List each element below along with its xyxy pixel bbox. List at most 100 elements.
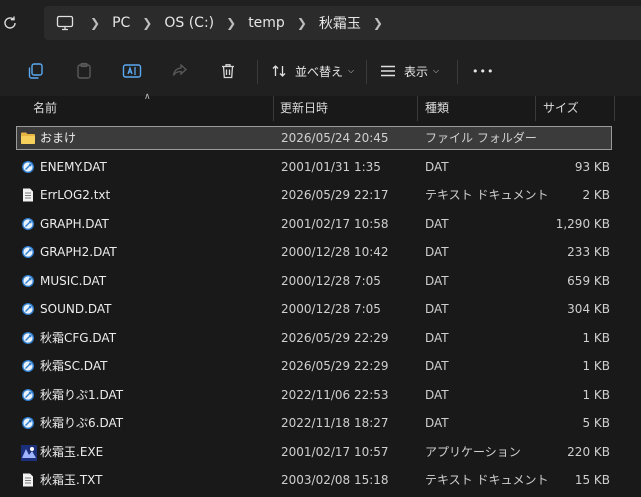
chevron-down-icon: ⌵ bbox=[433, 66, 440, 75]
chevron-right-icon[interactable]: ❯ bbox=[226, 16, 236, 30]
toolbar-divider bbox=[457, 60, 458, 84]
file-name[interactable]: SOUND.DAT bbox=[40, 295, 112, 323]
file-row[interactable]: ENEMY.DAT 2001/01/31 1:35 DAT 93 KB bbox=[0, 153, 641, 182]
file-size: 2 KB bbox=[582, 188, 610, 202]
file-date: 2001/02/17 10:57 bbox=[281, 444, 389, 459]
refresh-icon[interactable] bbox=[2, 15, 20, 33]
sort-icon bbox=[271, 63, 287, 79]
file-name[interactable]: 秋霜りぷ6.DAT bbox=[40, 409, 123, 437]
chevron-right-icon[interactable]: ❯ bbox=[297, 16, 307, 30]
file-type: DAT bbox=[425, 387, 449, 402]
dat-file-icon bbox=[20, 159, 36, 175]
file-size: 93 KB bbox=[574, 159, 610, 174]
file-name[interactable]: おまけ bbox=[40, 124, 76, 152]
file-date: 2022/11/18 18:27 bbox=[281, 416, 389, 430]
file-type: DAT bbox=[425, 159, 449, 174]
file-type: ファイル フォルダー bbox=[425, 131, 537, 145]
column-header-date[interactable]: 更新日時 bbox=[280, 96, 328, 122]
file-date: 2000/12/28 7:05 bbox=[281, 273, 381, 288]
chevron-right-icon[interactable]: ❯ bbox=[142, 16, 152, 30]
sort-button[interactable]: 並べ替え ⌵ bbox=[271, 62, 354, 80]
file-type: DAT bbox=[425, 273, 449, 288]
file-type: DAT bbox=[425, 416, 449, 430]
column-header-size[interactable]: サイズ bbox=[543, 96, 579, 122]
column-header-type[interactable]: 種類 bbox=[425, 96, 449, 122]
share-icon[interactable] bbox=[171, 62, 191, 80]
file-size: 5 KB bbox=[582, 416, 610, 430]
file-date: 2001/01/31 1:35 bbox=[281, 159, 381, 174]
sort-label: 並べ替え bbox=[295, 64, 344, 79]
chevron-right-icon[interactable]: ❯ bbox=[90, 16, 100, 30]
exe-file-icon bbox=[20, 444, 37, 461]
file-name[interactable]: GRAPH.DAT bbox=[40, 210, 109, 238]
file-row[interactable]: ErrLOG2.txt 2026/05/29 22:17 テキスト ドキュメント 2 … bbox=[0, 181, 641, 210]
text-file-icon bbox=[20, 472, 36, 488]
file-name[interactable]: ErrLOG2.txt bbox=[40, 181, 110, 209]
file-size: 1,290 KB bbox=[555, 216, 610, 231]
file-type: アプリケーション bbox=[425, 444, 521, 459]
file-date: 2026/05/29 22:17 bbox=[281, 188, 389, 202]
column-header-name[interactable]: 名前 bbox=[33, 96, 57, 122]
file-row[interactable]: おまけ 2026/05/24 20:45 ファイル フォルダー bbox=[0, 124, 641, 153]
dat-file-icon bbox=[20, 358, 36, 374]
file-size: 304 KB bbox=[567, 302, 610, 316]
file-name[interactable]: 秋霜玉.TXT bbox=[40, 466, 103, 494]
column-resize-handle[interactable] bbox=[614, 96, 615, 121]
file-type: DAT bbox=[425, 302, 449, 316]
monitor-icon[interactable] bbox=[56, 15, 74, 31]
file-list: おまけ 2026/05/24 20:45 ファイル フォルダー ENEMY.DAT 20… bbox=[0, 124, 641, 495]
dat-file-icon bbox=[20, 301, 36, 317]
file-row[interactable]: 秋霜玉.TXT 2003/02/08 15:18 テキスト ドキュメント 15 KB bbox=[0, 466, 641, 495]
file-date: 2026/05/29 22:29 bbox=[281, 359, 389, 373]
more-options-button[interactable]: ••• bbox=[472, 62, 494, 80]
file-row[interactable]: 秋霜CFG.DAT 2026/05/29 22:29 DAT 1 KB bbox=[0, 324, 641, 353]
chevron-right-icon[interactable]: ❯ bbox=[373, 16, 383, 30]
file-row[interactable]: 秋霜りぷ6.DAT 2022/11/18 18:27 DAT 5 KB bbox=[0, 409, 641, 438]
text-file-icon bbox=[20, 187, 36, 203]
file-name[interactable]: 秋霜CFG.DAT bbox=[40, 324, 116, 352]
file-row[interactable]: 秋霜SC.DAT 2026/05/29 22:29 DAT 1 KB bbox=[0, 352, 641, 381]
file-row[interactable]: MUSIC.DAT 2000/12/28 7:05 DAT 659 KB bbox=[0, 267, 641, 296]
breadcrumb-current-folder[interactable]: 秋霜玉 bbox=[319, 13, 361, 33]
view-list-icon bbox=[380, 64, 396, 78]
dat-file-icon bbox=[20, 330, 36, 346]
copy-icon[interactable] bbox=[26, 62, 46, 80]
file-size: 1 KB bbox=[582, 359, 610, 373]
file-name[interactable]: 秋霜SC.DAT bbox=[40, 352, 107, 380]
file-size: 15 KB bbox=[574, 473, 610, 487]
address-bar[interactable]: ❯ PC ❯ OS (C:) ❯ temp ❯ 秋霜玉 ❯ bbox=[44, 6, 641, 40]
toolbar-divider bbox=[366, 60, 367, 84]
address-bar-area: ❯ PC ❯ OS (C:) ❯ temp ❯ 秋霜玉 ❯ bbox=[0, 0, 641, 46]
file-name[interactable]: 秋霜玉.EXE bbox=[40, 438, 103, 466]
command-bar: 並べ替え ⌵ 表示 ⌵ ••• bbox=[0, 46, 641, 97]
column-resize-handle[interactable] bbox=[535, 96, 536, 121]
file-name[interactable]: MUSIC.DAT bbox=[40, 267, 106, 295]
file-name[interactable]: GRAPH2.DAT bbox=[40, 238, 117, 266]
column-header-row: ∧ 名前 更新日時 種類 サイズ bbox=[0, 92, 641, 122]
dat-file-icon bbox=[20, 216, 36, 232]
breadcrumb-os-c[interactable]: OS (C:) bbox=[164, 15, 214, 31]
file-size: 659 KB bbox=[567, 273, 610, 288]
dat-file-icon bbox=[20, 387, 36, 403]
breadcrumb-temp[interactable]: temp bbox=[248, 15, 285, 31]
file-row[interactable]: GRAPH2.DAT 2000/12/28 10:42 DAT 233 KB bbox=[0, 238, 641, 267]
file-size: 233 KB bbox=[567, 245, 610, 259]
file-date: 2000/12/28 10:42 bbox=[281, 245, 389, 259]
rename-icon[interactable] bbox=[122, 62, 142, 80]
file-row[interactable]: 秋霜りぷ1.DAT 2022/11/06 22:53 DAT 1 KB bbox=[0, 381, 641, 410]
file-name[interactable]: 秋霜りぷ1.DAT bbox=[40, 381, 123, 409]
column-resize-handle[interactable] bbox=[273, 96, 274, 121]
file-type: テキスト ドキュメント bbox=[425, 188, 549, 202]
file-name[interactable]: ENEMY.DAT bbox=[40, 153, 107, 181]
file-row[interactable]: 秋霜玉.EXE 2001/02/17 10:57 アプリケーション 220 KB bbox=[0, 438, 641, 467]
file-row[interactable]: GRAPH.DAT 2001/02/17 10:58 DAT 1,290 KB bbox=[0, 210, 641, 239]
dat-file-icon bbox=[20, 415, 36, 431]
file-row[interactable]: SOUND.DAT 2000/12/28 7:05 DAT 304 KB bbox=[0, 295, 641, 324]
delete-icon[interactable] bbox=[219, 62, 239, 80]
file-size: 1 KB bbox=[582, 387, 610, 402]
column-resize-handle[interactable] bbox=[417, 96, 418, 121]
paste-icon[interactable] bbox=[75, 62, 95, 80]
dat-file-icon bbox=[20, 244, 36, 260]
view-button[interactable]: 表示 ⌵ bbox=[380, 62, 439, 80]
breadcrumb-pc[interactable]: PC bbox=[112, 15, 130, 31]
